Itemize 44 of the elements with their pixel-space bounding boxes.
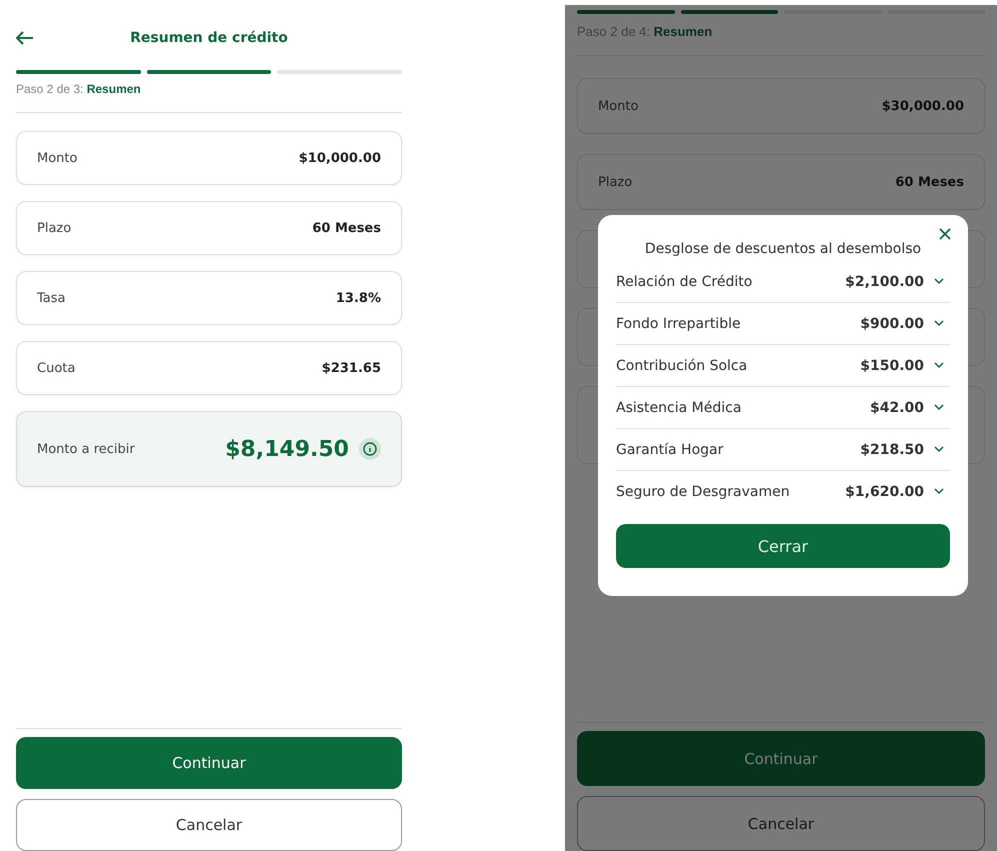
card-label: Plazo <box>598 174 632 190</box>
discount-value: $150.00 <box>860 358 924 374</box>
card-label: Monto a recibir <box>37 442 135 456</box>
discount-label: Seguro de Desgravamen <box>616 484 791 500</box>
card-label: Cuota <box>37 360 76 376</box>
discount-value: $1,620.00 <box>845 484 924 500</box>
chevron-icon[interactable] <box>934 278 944 285</box>
card-label: Tasa <box>37 290 66 306</box>
discount-label: Asistencia Médica <box>616 400 742 416</box>
card-value: $10,000.00 <box>298 150 381 166</box>
card-label: Monto <box>598 98 638 114</box>
dialog-title: Desglose de descuentos al desembolso <box>644 241 922 257</box>
card-label: Monto <box>37 150 78 166</box>
discount-value: $900.00 <box>860 316 924 332</box>
card-value: 60 Meses <box>312 220 381 236</box>
continue-button[interactable]: Continuar <box>16 737 402 789</box>
discount-label: Contribución Solca <box>616 358 748 374</box>
close-button[interactable]: Cerrar <box>616 524 950 568</box>
discount-label: Fondo Irrepartible <box>616 316 742 332</box>
card-value: $231.65 <box>322 360 381 376</box>
cancel-button[interactable]: Cancelar <box>577 796 985 851</box>
info-icon[interactable] <box>359 438 381 460</box>
step-label: Paso 2 de 3: Resumen <box>16 82 142 96</box>
cancel-button[interactable]: Cancelar <box>16 799 402 851</box>
continue-button[interactable]: Continuar <box>577 731 985 786</box>
discount-value: $2,100.00 <box>845 274 924 290</box>
card-value: 13.8% <box>336 290 381 306</box>
close-icon[interactable] <box>938 227 952 241</box>
chevron-icon[interactable] <box>934 404 944 411</box>
chevron-icon[interactable] <box>934 446 944 453</box>
discount-label: Garantía Hogar <box>616 442 724 458</box>
amount-value: $8,149.50 <box>225 436 349 462</box>
discount-label: Relación de Crédito <box>616 274 754 290</box>
card-label: Plazo <box>37 220 72 236</box>
screen-title: Resumen de crédito <box>129 30 289 46</box>
back-arrow-icon[interactable] <box>16 31 34 45</box>
card-value: $30,000.00 <box>882 98 964 114</box>
chevron-icon[interactable] <box>934 362 944 369</box>
chevron-icon[interactable] <box>934 320 944 327</box>
discount-value: $218.50 <box>860 442 924 458</box>
discount-value: $42.00 <box>870 400 924 416</box>
card-value: 60 Meses <box>895 174 964 190</box>
step-label: Paso 2 de 4: Resumen <box>577 24 714 39</box>
chevron-icon[interactable] <box>934 488 944 495</box>
